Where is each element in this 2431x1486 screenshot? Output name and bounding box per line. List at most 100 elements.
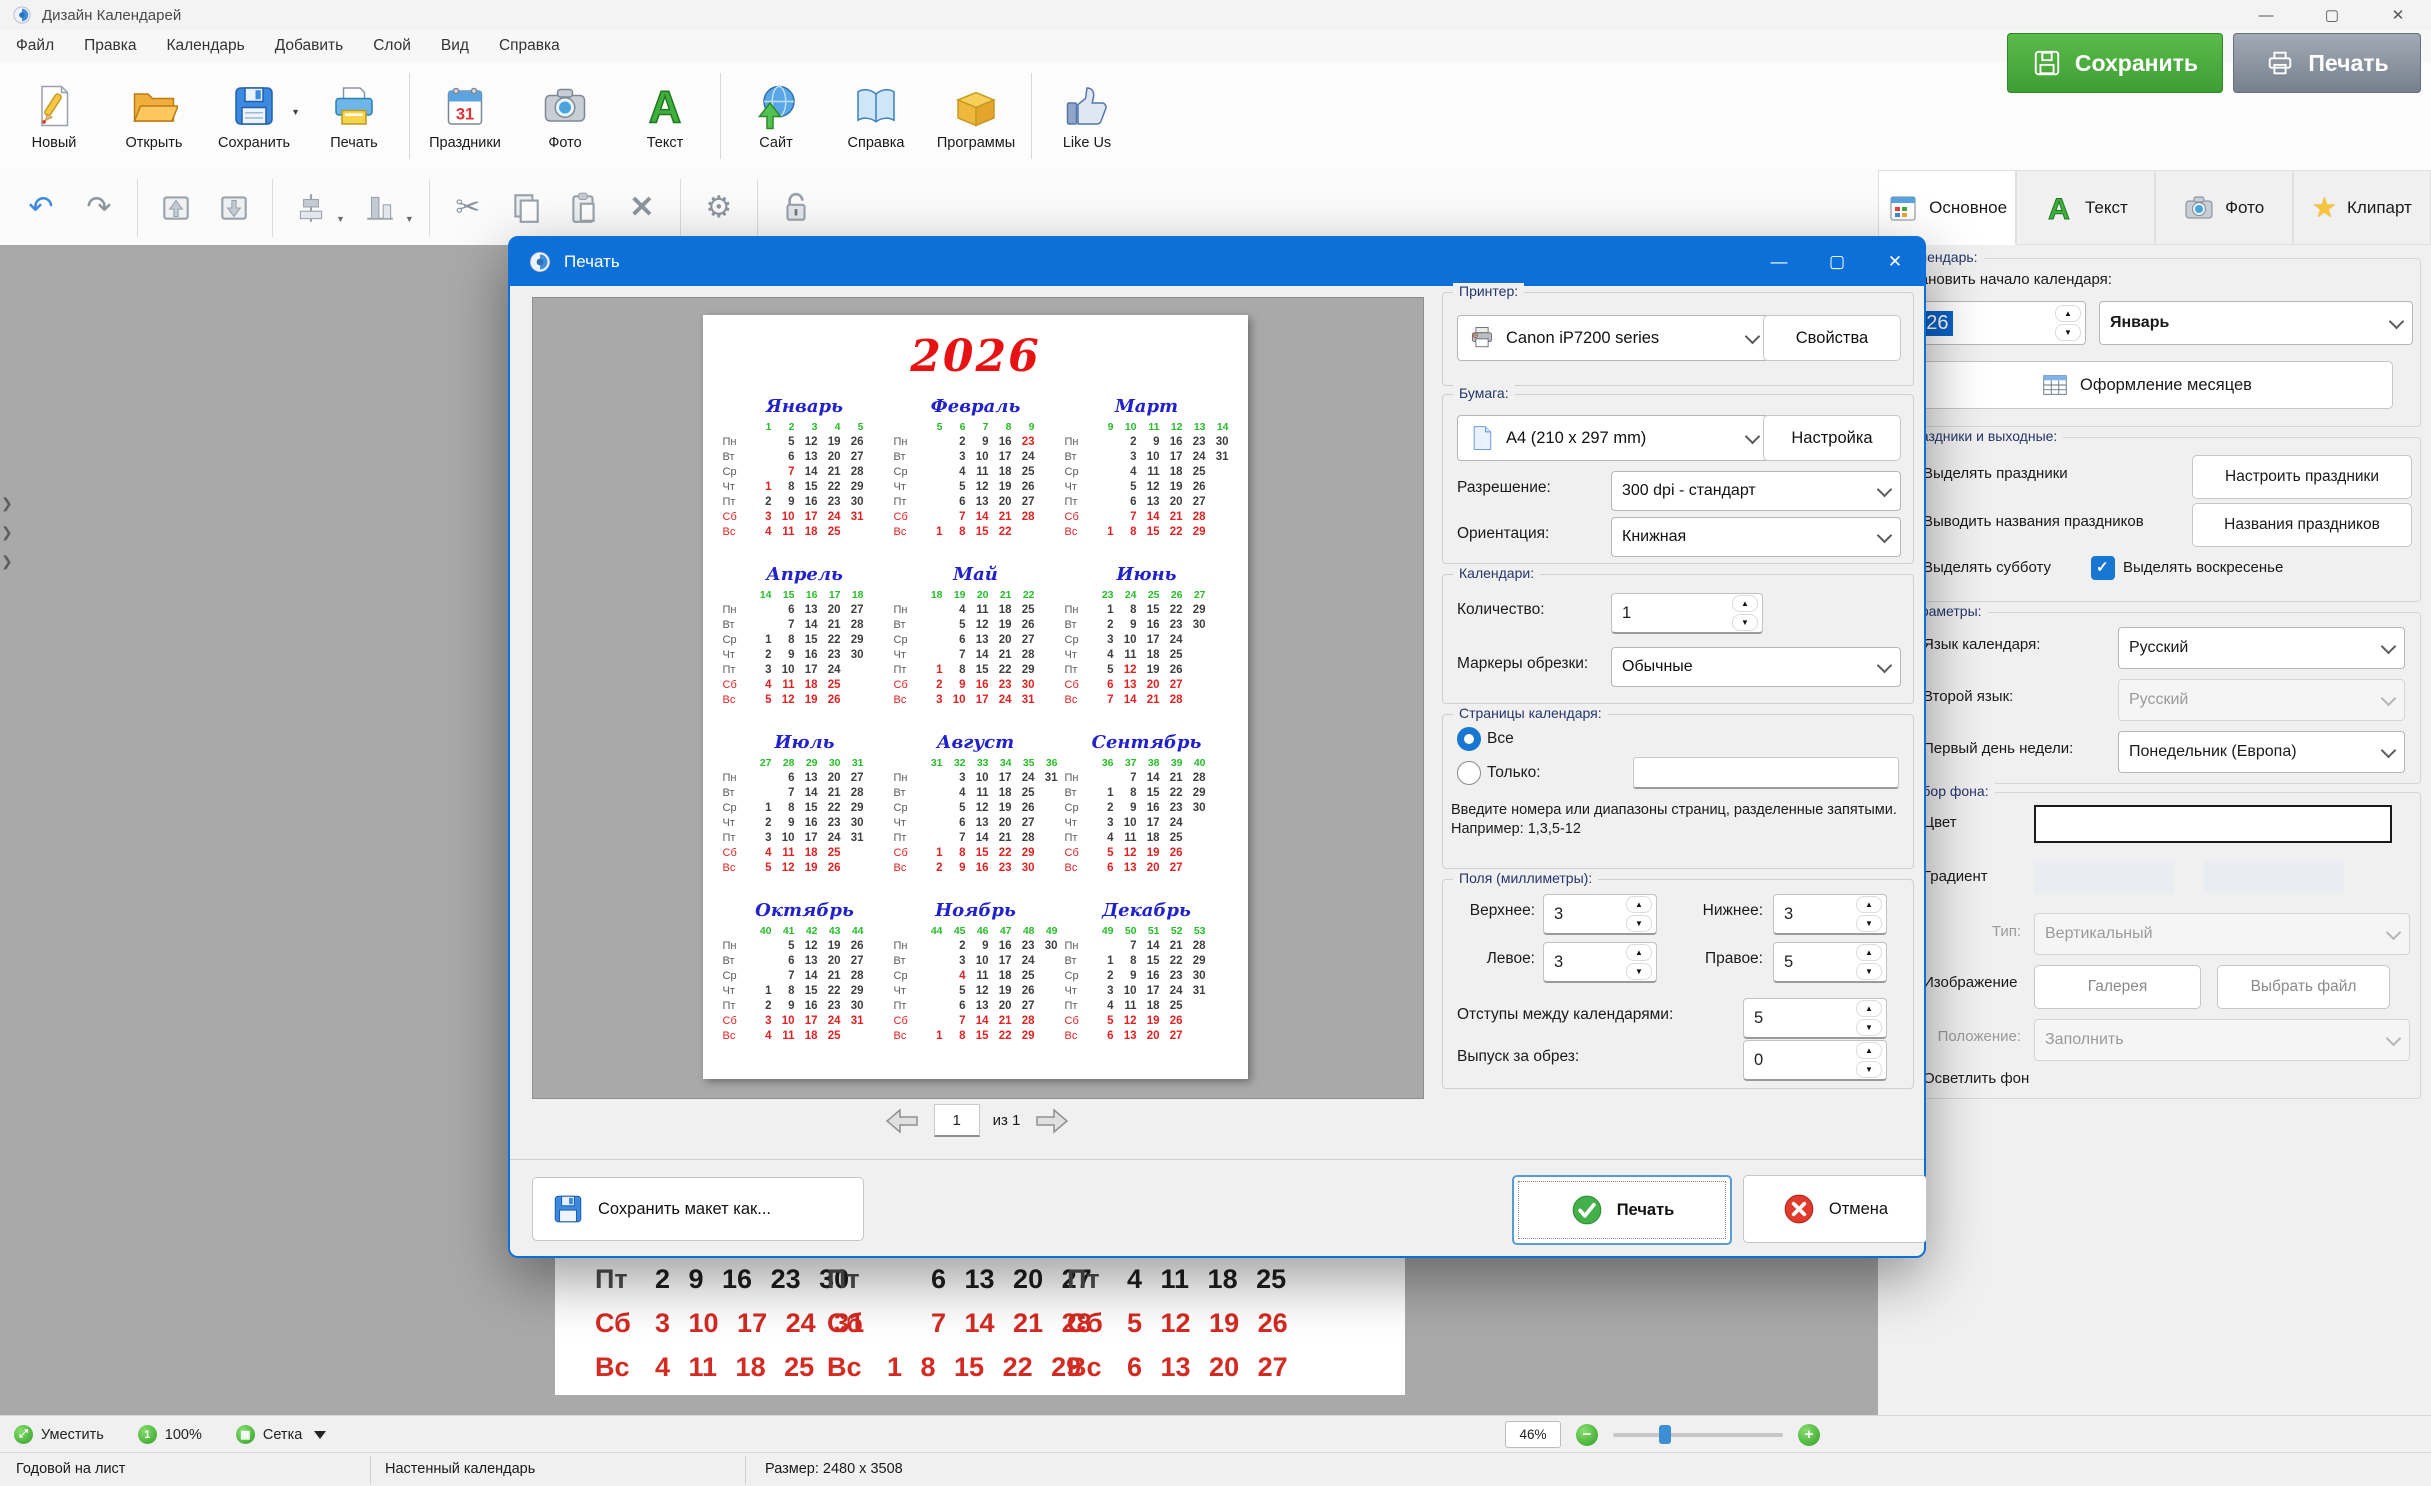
first-day-select[interactable]: Понедельник (Европа) bbox=[2118, 731, 2405, 773]
dialog-minimize-icon[interactable]: — bbox=[1750, 238, 1808, 286]
menu-add[interactable]: Добавить bbox=[275, 37, 344, 55]
text-button[interactable]: A Текст bbox=[615, 67, 715, 165]
paper-setup-button[interactable]: Настройка bbox=[1763, 415, 1901, 461]
dialog-print-button[interactable]: Печать bbox=[1512, 1175, 1732, 1245]
maximize-icon[interactable]: ▢ bbox=[2299, 0, 2365, 30]
margin-top-spinner[interactable]: 3 ▲▼ bbox=[1543, 894, 1657, 935]
grid-dropdown-icon[interactable] bbox=[314, 1431, 326, 1439]
zoom-out-icon[interactable]: − bbox=[1576, 1424, 1598, 1446]
minimize-icon[interactable]: — bbox=[2233, 0, 2299, 30]
close-icon[interactable]: ✕ bbox=[2365, 0, 2431, 30]
spin-down-icon[interactable]: ▼ bbox=[1626, 915, 1652, 932]
menu-layer[interactable]: Слой bbox=[373, 37, 411, 55]
holiday-names-button[interactable]: Названия праздников bbox=[2192, 503, 2412, 547]
previous-page-icon[interactable] bbox=[883, 1107, 921, 1135]
pages-only-input[interactable] bbox=[1633, 757, 1899, 789]
gallery-button[interactable]: Галерея bbox=[2034, 965, 2201, 1009]
spin-up-icon[interactable]: ▲ bbox=[2055, 305, 2081, 322]
orientation-select[interactable]: Книжная bbox=[1611, 517, 1901, 557]
margin-bottom-spinner[interactable]: 3 ▲▼ bbox=[1773, 894, 1887, 935]
photo-button[interactable]: Фото bbox=[515, 67, 615, 165]
redo-button[interactable]: ↷ bbox=[70, 179, 128, 237]
spin-up-icon[interactable]: ▲ bbox=[1856, 1042, 1882, 1059]
count-spinner[interactable]: 1 ▲ ▼ bbox=[1611, 593, 1763, 634]
spin-down-icon[interactable]: ▼ bbox=[2055, 324, 2081, 341]
tab-text[interactable]: A Текст bbox=[2016, 170, 2154, 245]
crop-marks-select[interactable]: Обычные bbox=[1611, 647, 1901, 687]
bleed-spinner[interactable]: 0 ▲▼ bbox=[1743, 1040, 1887, 1081]
zoom-slider[interactable] bbox=[1613, 1433, 1783, 1437]
menu-view[interactable]: Вид bbox=[441, 37, 469, 55]
spin-down-icon[interactable]: ▼ bbox=[1732, 614, 1758, 631]
save-layout-button[interactable]: Сохранить макет как... bbox=[532, 1177, 864, 1241]
spin-down-icon[interactable]: ▼ bbox=[1856, 1019, 1882, 1036]
save-button[interactable]: Сохранить ▼ bbox=[204, 67, 304, 165]
lock-button[interactable] bbox=[767, 179, 825, 237]
menu-help[interactable]: Справка bbox=[499, 37, 560, 55]
save-action-button[interactable]: Сохранить bbox=[2007, 33, 2223, 93]
fit-button[interactable]: ⤢ Уместить bbox=[14, 1425, 104, 1444]
margin-left-spinner[interactable]: 3 ▲▼ bbox=[1543, 942, 1657, 983]
copy-button[interactable] bbox=[497, 179, 555, 237]
menu-edit[interactable]: Правка bbox=[84, 37, 136, 55]
bring-forward-button[interactable] bbox=[147, 179, 205, 237]
open-button[interactable]: Открыть bbox=[104, 67, 204, 165]
month-design-button[interactable]: Оформление месяцев bbox=[1899, 361, 2393, 409]
zoom-in-icon[interactable]: + bbox=[1798, 1424, 1820, 1446]
color-swatch[interactable] bbox=[2034, 805, 2392, 843]
cut-button[interactable]: ✂ bbox=[439, 179, 497, 237]
zoom-value-input[interactable]: 46% bbox=[1505, 1421, 1561, 1448]
tab-clipart[interactable]: ★ Клипарт bbox=[2293, 170, 2431, 245]
dock-handle[interactable]: ❯❯❯ bbox=[1, 495, 13, 570]
save-dropdown-icon[interactable]: ▼ bbox=[291, 107, 300, 117]
year-spinner[interactable]: 2026 ▲ ▼ bbox=[1899, 301, 2086, 345]
spin-up-icon[interactable]: ▲ bbox=[1856, 1000, 1882, 1017]
spin-up-icon[interactable]: ▲ bbox=[1856, 944, 1882, 961]
spin-down-icon[interactable]: ▼ bbox=[1856, 963, 1882, 980]
spin-up-icon[interactable]: ▲ bbox=[1626, 896, 1652, 913]
spin-up-icon[interactable]: ▲ bbox=[1856, 896, 1882, 913]
spin-down-icon[interactable]: ▼ bbox=[1856, 1061, 1882, 1078]
zoom-100-button[interactable]: 1 100% bbox=[138, 1425, 202, 1444]
printer-select[interactable]: Canon iP7200 series bbox=[1457, 315, 1769, 361]
spin-down-icon[interactable]: ▼ bbox=[1626, 963, 1652, 980]
spacing-spinner[interactable]: 5 ▲▼ bbox=[1743, 998, 1887, 1039]
like-us-button[interactable]: Like Us bbox=[1037, 67, 1137, 165]
language-select[interactable]: Русский bbox=[2118, 627, 2405, 669]
choose-file-button[interactable]: Выбрать файл bbox=[2217, 965, 2390, 1009]
help-button[interactable]: Справка bbox=[826, 67, 926, 165]
current-page-input[interactable]: 1 bbox=[934, 1104, 980, 1137]
zoom-slider-handle[interactable] bbox=[1659, 1425, 1671, 1444]
print-button[interactable]: Печать bbox=[304, 67, 404, 165]
start-month-select[interactable]: Январь bbox=[2099, 301, 2413, 345]
paste-button[interactable] bbox=[555, 179, 613, 237]
spin-up-icon[interactable]: ▲ bbox=[1626, 944, 1652, 961]
dialog-cancel-button[interactable]: Отмена bbox=[1743, 1175, 1927, 1243]
configure-holidays-button[interactable]: Настроить праздники bbox=[2192, 455, 2412, 499]
new-button[interactable]: Новый bbox=[4, 67, 104, 165]
dialog-close-icon[interactable]: ✕ bbox=[1866, 238, 1924, 286]
print-action-button[interactable]: Печать bbox=[2233, 33, 2421, 93]
menu-calendar[interactable]: Календарь bbox=[166, 37, 244, 55]
highlight-sunday-checkbox[interactable] bbox=[2091, 556, 2115, 580]
spin-up-icon[interactable]: ▲ bbox=[1732, 595, 1758, 612]
pages-only-radio[interactable] bbox=[1457, 761, 1481, 785]
delete-button[interactable]: ✕ bbox=[613, 179, 671, 237]
spin-down-icon[interactable]: ▼ bbox=[1856, 915, 1882, 932]
grid-button[interactable]: ▦ Сетка bbox=[236, 1425, 326, 1444]
next-page-icon[interactable] bbox=[1033, 1107, 1071, 1135]
align-horizontal-button[interactable] bbox=[282, 179, 340, 237]
pages-all-radio[interactable] bbox=[1457, 727, 1481, 751]
printer-properties-button[interactable]: Свойства bbox=[1763, 315, 1901, 361]
align-vertical-button[interactable] bbox=[351, 179, 409, 237]
margin-right-spinner[interactable]: 5 ▲▼ bbox=[1773, 942, 1887, 983]
site-button[interactable]: Сайт bbox=[726, 67, 826, 165]
tab-main[interactable]: Основное bbox=[1878, 170, 2016, 245]
menu-file[interactable]: Файл bbox=[16, 37, 54, 55]
print-dialog-titlebar[interactable]: Печать — ▢ ✕ bbox=[510, 238, 1924, 286]
programs-button[interactable]: Программы bbox=[926, 67, 1026, 165]
holidays-button[interactable]: 31 Праздники bbox=[415, 67, 515, 165]
undo-button[interactable]: ↶ bbox=[12, 179, 70, 237]
resolution-select[interactable]: 300 dpi - стандарт bbox=[1611, 471, 1901, 511]
paper-size-select[interactable]: A4 (210 x 297 mm) bbox=[1457, 415, 1769, 461]
